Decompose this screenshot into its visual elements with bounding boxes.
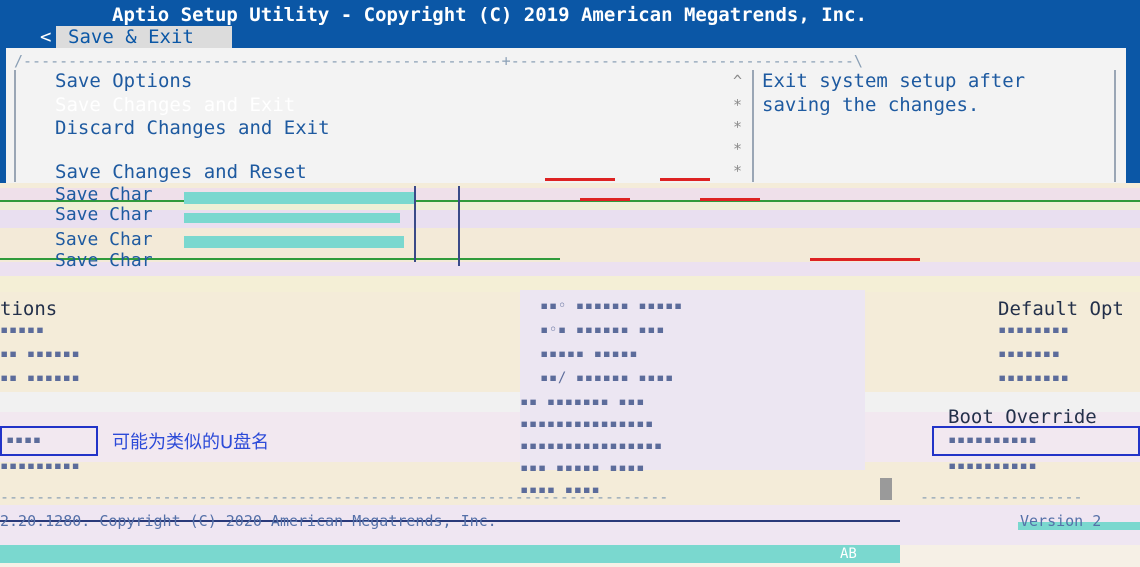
glitch-text: ▪▪▪▪ — [6, 432, 42, 448]
glitch-stripe — [0, 262, 1140, 276]
scroll-up-icon[interactable]: ^ — [733, 72, 742, 90]
boot-override-label: Boot Override — [948, 406, 1097, 428]
glitch-text: ▪▪▪▪▪▪▪▪▪▪▪▪▪▪▪▪ — [520, 438, 663, 454]
glitch-text: ▪▪/ ▪▪▪▪▪▪ ▪▪▪▪ — [540, 370, 674, 386]
glitch-line — [660, 178, 710, 181]
glitch-block — [184, 213, 400, 223]
footer-copyright: 2.20.1280. Copyright (C) 2020 American M… — [0, 512, 497, 530]
glitch-block — [184, 236, 404, 248]
glitch-line — [0, 200, 1140, 202]
glitch-text: ▪▪▪▪▪ ▪▪▪▪▪ — [540, 346, 639, 362]
help-line-2: saving the changes. — [762, 94, 980, 116]
tab-save-exit[interactable]: Save & Exit — [56, 26, 232, 48]
scroll-mark-icon: * — [733, 96, 743, 114]
footer-version: Version 2 — [1020, 512, 1102, 530]
glitch-text: ▪▪▪▪▪▪▪▪▪▪▪▪▪▪▪ — [520, 416, 654, 432]
footer-ab: AB — [840, 546, 857, 562]
glitch-text: ▪▪◦ ▪▪▪▪▪▪ ▪▪▪▪▪ — [540, 298, 683, 314]
menu-item-save-changes-exit[interactable]: Save Changes and Exit — [55, 94, 295, 116]
page-title: Aptio Setup Utility - Copyright (C) 2019… — [112, 4, 867, 26]
glitch-text: ▪◦▪ ▪▪▪▪▪▪ ▪▪▪ — [540, 322, 666, 338]
frame-top-border: /---------------------------------------… — [14, 52, 863, 70]
glitch-menu-item: Save Char — [55, 250, 153, 271]
menu-item-discard-changes-exit[interactable]: Discard Changes and Exit — [55, 117, 330, 139]
scroll-thumb[interactable] — [880, 478, 892, 500]
glitch-text: ▪▪▪▪▪▪▪▪▪▪ — [948, 432, 1038, 448]
annotation-text: 可能为类似的U盘名 — [112, 432, 270, 453]
glitch-block — [184, 192, 414, 204]
scroll-mark-icon: * — [733, 118, 743, 136]
glitch-text: ▪▪▪▪▪▪▪▪ — [998, 322, 1070, 338]
scroll-mark-icon: * — [733, 162, 743, 180]
glitch-text: ▪▪ ▪▪▪▪▪▪ — [0, 346, 81, 362]
glitch-text: ▪▪ ▪▪▪▪▪▪ — [0, 370, 81, 386]
glitch-stripe — [0, 210, 1140, 228]
glitch-divider: ------------------ — [920, 488, 1083, 506]
glitch-text: ▪▪ ▪▪▪▪▪▪▪ ▪▪▪ — [520, 394, 646, 410]
glitch-line — [545, 178, 615, 181]
tab-scroll-left-icon[interactable]: < — [40, 26, 51, 48]
panel-divider — [752, 70, 754, 182]
scroll-mark-icon: * — [733, 140, 743, 158]
frame-left-border — [14, 70, 16, 182]
frame-right-border — [1114, 70, 1116, 182]
glitch-menu-item: Save Char — [55, 204, 153, 225]
section-save-options: Save Options — [55, 70, 193, 92]
glitch-heading-left: tions — [0, 298, 58, 320]
glitch-heading-right: Default Opt — [998, 298, 1124, 320]
frame-right-edge — [1126, 48, 1140, 183]
glitch-menu-item: Save Char — [55, 184, 153, 205]
glitch-text: ▪▪▪ ▪▪▪▪▪ ▪▪▪▪ — [520, 460, 646, 476]
glitch-line — [580, 198, 630, 201]
help-line-1: Exit system setup after — [762, 70, 1026, 92]
glitch-text: ▪▪▪▪▪▪▪▪ — [998, 370, 1070, 386]
glitch-text: ▪▪▪▪▪▪▪ — [998, 346, 1061, 362]
glitch-line — [700, 198, 760, 201]
glitch-text: ▪▪▪▪▪ — [0, 322, 45, 338]
glitch-text: ▪▪▪▪▪▪▪▪▪ — [0, 458, 81, 474]
glitch-stripe — [0, 228, 1140, 262]
glitch-menu-item: Save Char — [55, 229, 153, 250]
glitch-text: ▪▪▪▪▪▪▪▪▪▪ — [948, 458, 1038, 474]
glitch-stripe — [0, 202, 1140, 210]
menu-item-save-changes-reset[interactable]: Save Changes and Reset — [55, 161, 307, 183]
glitch-block — [0, 545, 900, 563]
glitch-divider: ----------------------------------------… — [0, 488, 669, 506]
glitch-line — [810, 258, 920, 261]
glitch-line — [414, 186, 416, 262]
glitch-line — [458, 186, 460, 266]
